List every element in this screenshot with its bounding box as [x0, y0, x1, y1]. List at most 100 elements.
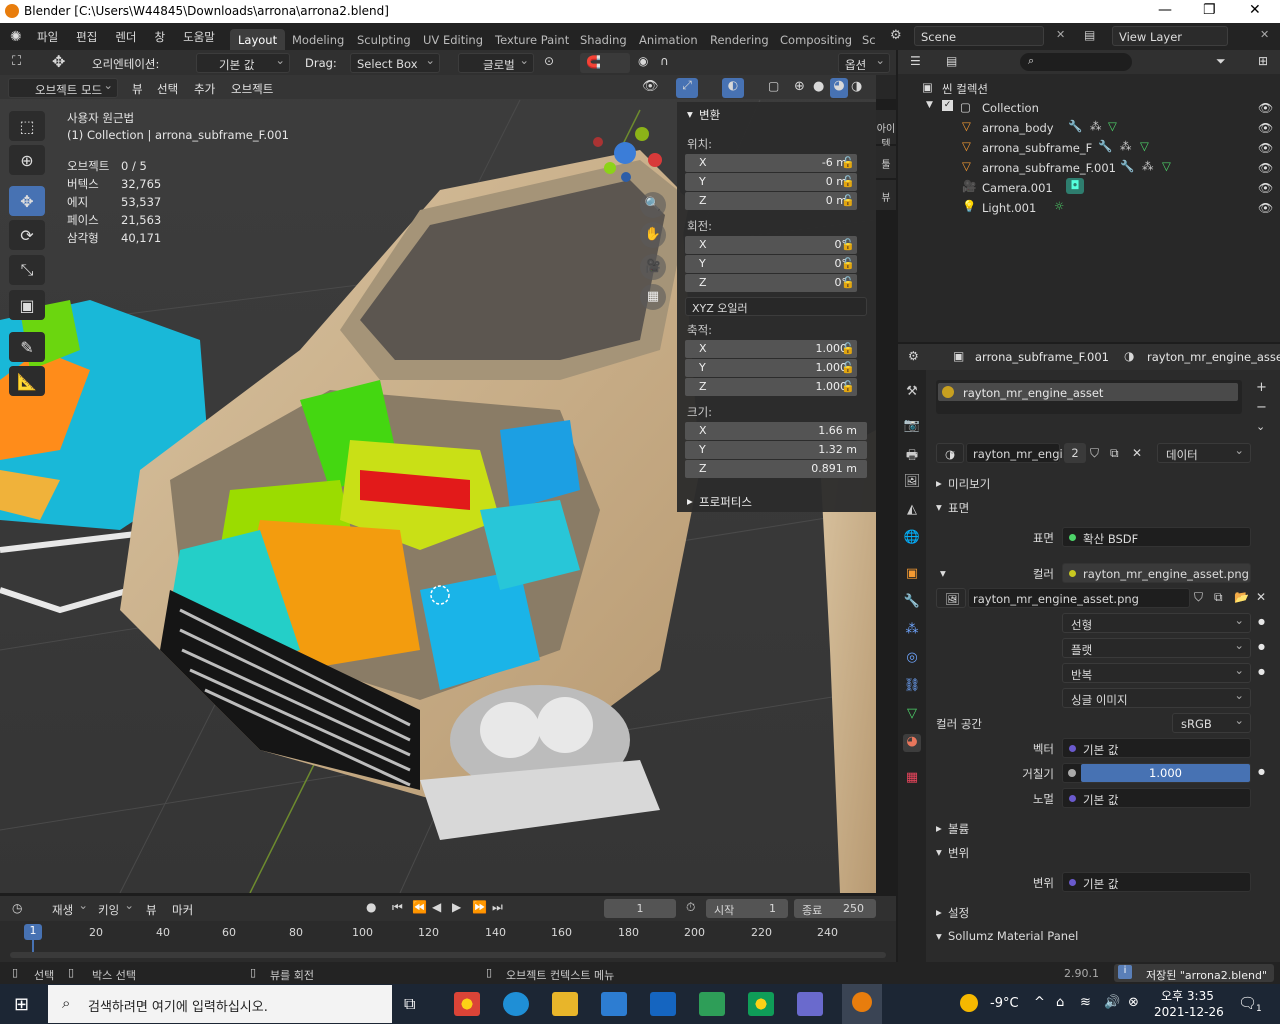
tab-item[interactable]: 아이템 [876, 110, 896, 150]
play-reverse-icon[interactable]: ◀ [432, 900, 441, 914]
expand-icon[interactable]: ▼ [926, 100, 933, 110]
tab-compositing[interactable]: Compositing [772, 29, 860, 50]
preview-range-icon[interactable]: ⏱ [686, 900, 695, 915]
lock-icon[interactable]: 🔓 [841, 156, 855, 169]
properties-expand-icon[interactable]: ▸ [687, 494, 693, 508]
data-tab-icon[interactable]: ▽ [903, 706, 921, 724]
surface-section[interactable]: 표면 [948, 500, 969, 516]
minimize-button[interactable]: — [1158, 2, 1172, 18]
volume-icon[interactable]: 🔊 [1104, 995, 1120, 1010]
color-texture-field[interactable]: rayton_mr_engine_asset.png [1062, 563, 1251, 583]
rotation-z-field[interactable]: Z 0° [685, 274, 857, 292]
scene-tab-icon[interactable]: ◭ [903, 502, 921, 520]
app-icon[interactable] [797, 992, 823, 1016]
scale-y-field[interactable]: Y 1.000 [685, 359, 857, 377]
link-dropdown[interactable]: 데이터 [1157, 443, 1251, 463]
tab-tool[interactable]: 툴 [876, 146, 896, 178]
edge-icon[interactable] [503, 992, 529, 1016]
timeline-scrollbar[interactable] [10, 952, 886, 958]
sollumz-panel-section[interactable]: Sollumz Material Panel [948, 929, 1078, 943]
scale-x-field[interactable]: X 1.000 [685, 340, 857, 358]
add-slot-icon[interactable]: + [1256, 380, 1267, 395]
tray-expand-icon[interactable]: ^ [1034, 995, 1045, 1010]
select-tool-icon[interactable]: ⬚ [9, 111, 45, 141]
prev-keyframe-icon[interactable]: ⏪ [412, 900, 427, 914]
fake-user-icon[interactable]: ⛉ [1090, 446, 1099, 461]
visibility-icon[interactable]: 👁 [642, 79, 659, 94]
scene-selector[interactable]: Scene [914, 26, 1044, 46]
move-gizmo-icon[interactable]: ✥ [52, 52, 65, 71]
menu-edit[interactable]: 편집 [67, 29, 106, 45]
proportional-edit-icon[interactable]: ◉ [638, 54, 648, 68]
ortho-toggle-icon[interactable]: ▦ [640, 284, 666, 310]
blender-menu-icon[interactable]: ✺ [10, 29, 22, 45]
filter-icon[interactable]: ⏷ [1216, 54, 1226, 69]
record-icon[interactable]: ● [366, 900, 376, 914]
rotation-y-field[interactable]: Y 0° [685, 255, 857, 273]
timeline-view-menu[interactable]: 뷰 [146, 902, 157, 918]
wifi-icon[interactable]: ≋ [1080, 995, 1091, 1010]
transform-header-icon[interactable]: ▾ [687, 107, 693, 121]
settings-expand-icon[interactable]: ▸ [936, 905, 942, 919]
playhead[interactable]: 1 [24, 924, 42, 940]
next-keyframe-icon[interactable]: ⏩ [472, 900, 487, 914]
image-open-icon[interactable]: 📂 [1234, 590, 1249, 604]
image-fake-user-icon[interactable]: ⛉ [1194, 590, 1203, 605]
transform-header[interactable]: 변환 [699, 107, 720, 123]
preview-section[interactable]: 미리보기 [948, 476, 990, 492]
eye-icon[interactable]: 👁 [1258, 141, 1273, 155]
keyframe-dot-icon[interactable]: ● [1258, 667, 1265, 676]
volume-expand-icon[interactable]: ▸ [936, 821, 942, 835]
material-browse-icon[interactable]: ◑ [936, 443, 964, 463]
normal-field[interactable]: 기본 값 [1062, 788, 1251, 808]
gizmo-toggle-icon[interactable]: ⤢ [676, 78, 698, 98]
start-frame-field[interactable]: 시작 1 [706, 899, 788, 918]
outliner-search-input[interactable] [1020, 53, 1132, 71]
rendered-shading-icon[interactable]: ◑ [851, 79, 862, 94]
clock-time[interactable]: 오후 3:35 [1161, 987, 1214, 1004]
surface-expand-icon[interactable]: ▾ [936, 500, 942, 514]
projection-dropdown[interactable]: 플랫 [1062, 638, 1251, 658]
image-unlink-icon[interactable]: ✕ [1256, 590, 1266, 604]
cursor-tool-icon[interactable]: ⊕ [9, 145, 45, 175]
tab-view[interactable]: 뷰 [876, 180, 896, 210]
image-name-field[interactable]: rayton_mr_engine_asset.png [968, 588, 1190, 608]
lock-icon[interactable]: 🔓 [841, 175, 855, 188]
settings-section[interactable]: 설정 [948, 905, 969, 921]
eye-icon[interactable]: 👁 [1258, 101, 1273, 115]
location-y-field[interactable]: Y0 m [685, 173, 857, 191]
zoom-icon[interactable]: 🔍 [640, 192, 666, 218]
location-z-field[interactable]: Z0 m [685, 192, 857, 210]
displacement-expand-icon[interactable]: ▾ [936, 845, 942, 859]
duplicate-icon[interactable]: ⧉ [1110, 446, 1119, 461]
options-dropdown[interactable]: 옵션 [838, 53, 890, 73]
app-icon[interactable] [699, 992, 725, 1016]
clock-date[interactable]: 2021-12-26 [1154, 1005, 1224, 1019]
keyframe-dot-icon[interactable]: ● [1258, 642, 1265, 651]
snap-icon[interactable]: 🧲 [580, 53, 630, 73]
pivot-icon[interactable]: ⊙ [544, 54, 554, 68]
lock-icon[interactable]: 🔓 [841, 257, 855, 270]
vector-field[interactable]: 기본 값 [1062, 738, 1251, 758]
outliner-item[interactable]: 💡 Light.001 ☼ 👁 [898, 198, 1280, 218]
image-browse-icon[interactable]: 🖼 [936, 588, 966, 608]
scale-tool-icon[interactable]: ⤡ [9, 255, 45, 285]
material-users-count[interactable]: 2 [1064, 443, 1086, 463]
displacement-field[interactable]: 기본 값 [1062, 872, 1251, 892]
sollumz-expand-icon[interactable]: ▾ [936, 929, 942, 943]
image-new-icon[interactable]: ⧉ [1214, 590, 1223, 605]
dimension-x-field[interactable]: X 1.66 m [685, 422, 867, 440]
menu-help[interactable]: 도움말 [174, 29, 224, 45]
view-layer-tab-icon[interactable]: 🖼 [903, 474, 921, 492]
render-tab-icon[interactable]: 📷 [903, 418, 921, 436]
object-tab-icon[interactable]: ▣ [903, 566, 921, 584]
world-tab-icon[interactable]: 🌐 [903, 530, 921, 548]
physics-tab-icon[interactable]: ◎ [903, 650, 921, 668]
falloff-icon[interactable]: ∩ [660, 54, 669, 68]
blender-taskbar-icon[interactable] [842, 984, 882, 1024]
tab-layout[interactable]: Layout [230, 29, 286, 50]
mail-icon[interactable] [650, 992, 676, 1016]
rotate-tool-icon[interactable]: ⟳ [9, 220, 45, 250]
material-shading-icon[interactable]: ◕ [830, 78, 848, 98]
particles-tab-icon[interactable]: ⁂ [903, 622, 921, 640]
